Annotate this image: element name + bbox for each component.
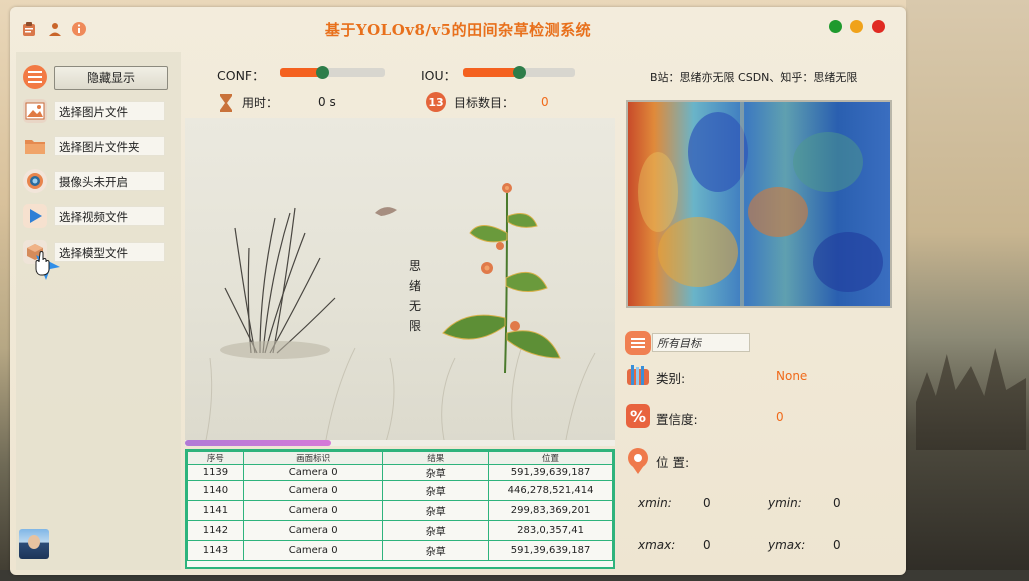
svg-text:绪: 绪 <box>409 279 421 293</box>
window-title: 基于YOLOv8/v5的田间杂草检测系统 <box>324 21 592 39</box>
hourglass-icon <box>220 94 232 112</box>
time-label: 用时： <box>242 96 279 110</box>
iou-slider-handle[interactable] <box>513 66 526 79</box>
position-label: 位 置: <box>656 455 690 470</box>
header-source[interactable]: 画面标识 <box>242 451 384 465</box>
hide-display-button[interactable]: 隐藏显示 <box>54 66 168 90</box>
source-credit-text: B站：思绪亦无限 CSDN、知乎：思绪无限 <box>650 71 858 84</box>
desktop-background <box>906 0 1029 581</box>
camera-toggle-button[interactable]: 摄像头未开启 <box>54 171 165 191</box>
table-cell: Camera 0 <box>242 500 384 521</box>
minimize-dot[interactable] <box>829 20 842 33</box>
category-icon <box>625 363 651 387</box>
target-count-label: 目标数目： <box>454 96 515 110</box>
maximize-dot[interactable] <box>850 20 863 33</box>
detection-result-image <box>626 100 892 308</box>
image-file-icon[interactable] <box>23 99 47 123</box>
category-label: 类别: <box>656 371 686 386</box>
confidence-label: 置信度: <box>656 412 698 427</box>
close-dot[interactable] <box>872 20 885 33</box>
header-index[interactable]: 序号 <box>187 451 244 465</box>
bird-illustration <box>375 207 397 216</box>
table-cell: 杂草 <box>382 520 490 541</box>
table-cell: 591,39,639,187 <box>488 540 613 561</box>
select-video-file-button[interactable]: 选择视频文件 <box>54 206 165 226</box>
table-cell: 299,83,369,201 <box>488 500 613 521</box>
iou-label: IOU： <box>421 68 457 83</box>
ymin-value: 0 <box>833 496 841 510</box>
iou-slider[interactable] <box>463 66 575 79</box>
table-cell: Camera 0 <box>242 540 384 561</box>
conf-slider-handle[interactable] <box>316 66 329 79</box>
location-pin-icon <box>625 447 651 474</box>
conf-slider[interactable] <box>280 66 385 79</box>
table-cell: 1141 <box>187 500 244 521</box>
svg-text:无: 无 <box>409 299 421 313</box>
table-row[interactable]: 1143 Camera 0 杂草 591,39,639,187 <box>187 540 613 561</box>
table-cell: 杂草 <box>382 540 490 561</box>
image-display-area: 思绪无限 <box>185 118 615 446</box>
category-value: None <box>776 369 808 383</box>
iou-slider-fill <box>463 68 519 77</box>
time-value: 0 s <box>318 95 336 109</box>
video-play-icon[interactable] <box>23 204 47 228</box>
app-window: 基于YOLOv8/v5的田间杂草检测系统 隐藏显示 选择图片文件 选择图片文件夹… <box>10 7 906 575</box>
select-image-file-button[interactable]: 选择图片文件 <box>54 101 165 121</box>
svg-text:13: 13 <box>428 96 443 109</box>
target-count-value: 0 <box>541 95 549 109</box>
svg-text:%: % <box>630 407 646 426</box>
table-cell: 1139 <box>187 464 244 481</box>
conf-label: CONF： <box>217 68 265 83</box>
progress-bar <box>185 440 615 446</box>
table-cell: 283,0,357,41 <box>488 520 613 541</box>
table-cell: Camera 0 <box>242 520 384 541</box>
header-result[interactable]: 结果 <box>382 451 490 465</box>
table-cell: 446,278,521,414 <box>488 480 613 501</box>
xmin-label: xmin: <box>638 496 672 510</box>
camera-icon[interactable] <box>23 169 47 193</box>
table-cell: 591,39,639,187 <box>488 464 613 481</box>
sidebar: 隐藏显示 选择图片文件 选择图片文件夹 摄像头未开启 选择视频文件 选择模型文件 <box>16 52 181 570</box>
table-cell: 1140 <box>187 480 244 501</box>
ymax-value: 0 <box>833 538 841 552</box>
xmin-value: 0 <box>703 496 711 510</box>
table-row[interactable]: 1139 Camera 0 杂草 591,39,639,187 <box>187 464 613 481</box>
progress-bar-fill <box>185 440 332 446</box>
placeholder-illustration: 思绪无限 <box>204 183 596 446</box>
select-model-file-button[interactable]: 选择模型文件 <box>54 242 165 262</box>
avatar[interactable] <box>19 529 49 559</box>
ymin-label: ymin: <box>768 496 802 510</box>
table-header-row: 序号 画面标识 结果 位置 <box>187 451 613 465</box>
xmax-label: xmax: <box>638 538 676 552</box>
target-count-icon: 13 <box>426 92 446 112</box>
table-cell: 1142 <box>187 520 244 541</box>
poem-text: 思绪无限 <box>409 259 421 333</box>
svg-text:限: 限 <box>409 319 421 333</box>
table-cell: 杂草 <box>382 464 490 481</box>
list-menu-icon[interactable] <box>625 331 651 355</box>
table-row[interactable]: 1142 Camera 0 杂草 283,0,357,41 <box>187 520 613 541</box>
table-cell: Camera 0 <box>242 464 384 481</box>
mouse-cursor-icon <box>35 251 60 280</box>
flower-illustration <box>442 183 561 374</box>
target-select-dropdown[interactable]: 所有目标 <box>652 333 750 352</box>
table-row[interactable]: 1140 Camera 0 杂草 446,278,521,414 <box>187 480 613 501</box>
xmax-value: 0 <box>703 538 711 552</box>
castle-silhouette <box>916 348 1026 450</box>
header-position[interactable]: 位置 <box>488 451 613 465</box>
results-table[interactable]: 序号 画面标识 结果 位置 1139 Camera 0 杂草 591,39,63… <box>185 449 615 569</box>
percent-icon: % <box>625 403 651 428</box>
ymax-label: ymax: <box>768 538 806 552</box>
title-bar: 基于YOLOv8/v5的田间杂草检测系统 <box>10 7 906 49</box>
svg-text:思: 思 <box>409 259 421 273</box>
table-cell: 杂草 <box>382 500 490 521</box>
table-row[interactable]: 1141 Camera 0 杂草 299,83,369,201 <box>187 500 613 521</box>
table-cell: 1143 <box>187 540 244 561</box>
menu-icon[interactable] <box>23 65 47 89</box>
folder-icon[interactable] <box>23 134 47 158</box>
table-cell: Camera 0 <box>242 480 384 501</box>
select-image-folder-button[interactable]: 选择图片文件夹 <box>54 136 165 156</box>
confidence-value: 0 <box>776 410 784 424</box>
table-cell: 杂草 <box>382 480 490 501</box>
